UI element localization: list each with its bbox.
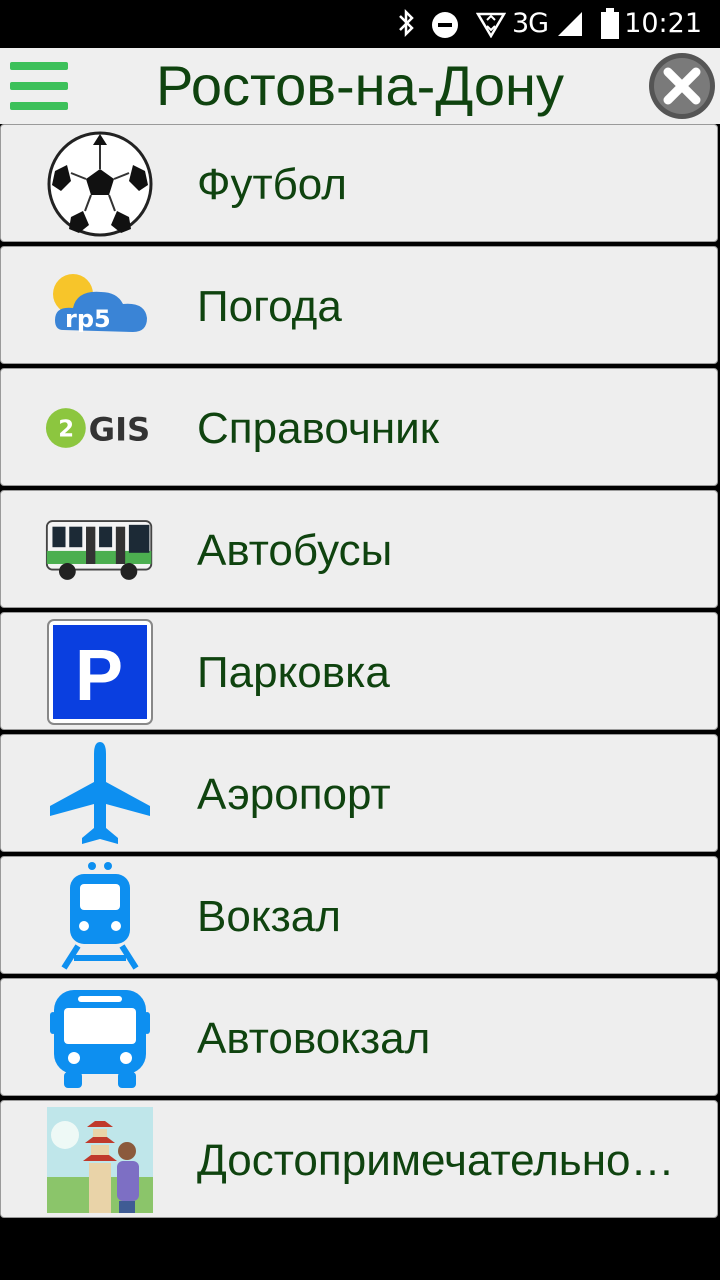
svg-text:2: 2 (58, 417, 74, 443)
list-item-sights[interactable]: Достопримечательно… (0, 1100, 718, 1218)
list-item-parking[interactable]: P Парковка (0, 612, 718, 730)
app-bar: Ростов-на-Дону (0, 48, 720, 124)
list-item-bus-station[interactable]: Автовокзал (0, 978, 718, 1096)
2gis-icon: 2 GIS (45, 375, 155, 481)
battery-icon (601, 8, 619, 39)
list-item-label: Футбол (197, 160, 347, 209)
parking-sign-icon: P (45, 619, 155, 725)
do-not-disturb-icon (432, 12, 458, 38)
list-item-label: Погода (197, 282, 342, 331)
bluetooth-icon (399, 8, 414, 38)
menu-list: Футбол rp5 Погода 2 GIS Справочник Автоб… (0, 124, 720, 1222)
sights-icon (45, 1107, 155, 1213)
list-item-label: Аэропорт (197, 770, 391, 819)
close-icon[interactable] (646, 50, 718, 122)
svg-text:P: P (75, 636, 123, 716)
network-type: 3G (512, 8, 549, 39)
list-item-label: Парковка (197, 648, 390, 697)
bus-icon (45, 497, 155, 603)
list-item-label: Вокзал (197, 892, 341, 941)
airplane-icon (45, 741, 155, 847)
list-item-airport[interactable]: Аэропорт (0, 734, 718, 852)
rp5-weather-icon: rp5 (45, 253, 155, 359)
svg-text:GIS: GIS (89, 410, 151, 448)
status-bar: 3G 10:21 (0, 0, 720, 48)
data-sync-icon (476, 12, 506, 38)
list-item-football[interactable]: Футбол (0, 124, 718, 242)
list-item-directory[interactable]: 2 GIS Справочник (0, 368, 718, 486)
clock: 10:21 (624, 8, 702, 39)
rp5-logo-text: rp5 (65, 305, 111, 333)
list-item-buses[interactable]: Автобусы (0, 490, 718, 608)
list-item-label: Достопримечательно… (197, 1136, 675, 1185)
list-item-label: Автовокзал (197, 1014, 431, 1063)
page-title: Ростов-на-Дону (156, 54, 564, 117)
train-icon (45, 862, 155, 970)
list-item-weather[interactable]: rp5 Погода (0, 246, 718, 364)
soccer-ball-icon (45, 131, 155, 237)
list-item-railway-station[interactable]: Вокзал (0, 856, 718, 974)
list-item-label: Автобусы (197, 526, 393, 575)
list-item-label: Справочник (197, 404, 439, 453)
signal-icon (558, 12, 582, 36)
bus-station-icon (45, 985, 155, 1091)
